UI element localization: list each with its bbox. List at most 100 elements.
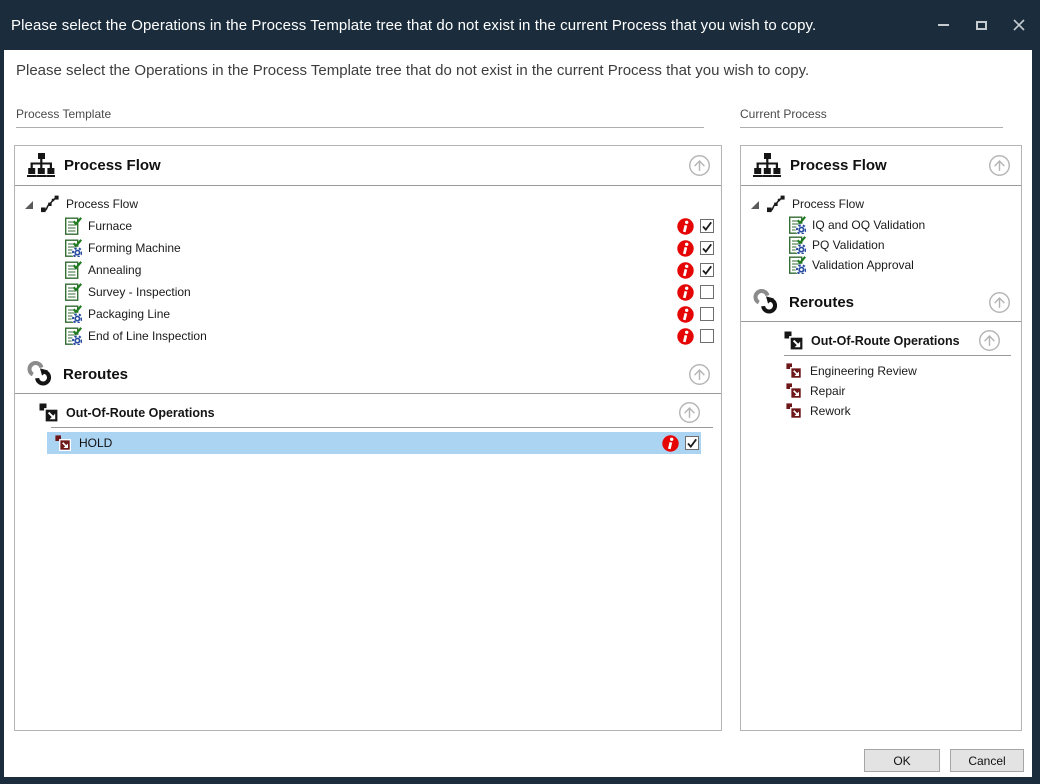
out-of-route-list: Engineering Review Repair Rework <box>741 361 1021 421</box>
info-icon <box>677 328 694 345</box>
reroutes-icon <box>27 361 54 388</box>
operation-doc-icon <box>65 217 82 235</box>
checkbox[interactable] <box>700 285 714 299</box>
tree-item-label: Repair <box>810 384 845 398</box>
tree-item-forming-machine[interactable]: Forming Machine <box>15 237 721 259</box>
info-icon <box>677 284 694 301</box>
section-title: Reroutes <box>63 366 128 383</box>
tree-root-label: Process Flow <box>792 197 864 211</box>
ok-button[interactable]: OK <box>864 749 940 772</box>
tree-item-label: PQ Validation <box>812 238 885 252</box>
tree-item-validation-approval[interactable]: Validation Approval <box>741 255 1021 275</box>
info-icon <box>677 306 694 323</box>
tree-item-label: Annealing <box>88 263 677 277</box>
tree-item-label: Furnace <box>88 219 677 233</box>
operation-doc-icon <box>789 256 806 274</box>
info-icon <box>677 218 694 235</box>
tree-item-engineering-review[interactable]: Engineering Review <box>741 361 1021 381</box>
maximize-button[interactable] <box>974 18 988 32</box>
subheader-label: Out-Of-Route Operations <box>811 334 978 348</box>
title-bar: Please select the Operations in the Proc… <box>0 0 1040 50</box>
expander-icon[interactable] <box>24 199 34 209</box>
tree-item-repair[interactable]: Repair <box>741 381 1021 401</box>
tree-item-rework[interactable]: Rework <box>741 401 1021 421</box>
out-of-route-subheader: Out-Of-Route Operations <box>15 398 721 427</box>
tree-item-label: End of Line Inspection <box>88 329 677 343</box>
window-title: Please select the Operations in the Proc… <box>11 17 816 34</box>
separator <box>51 427 713 428</box>
collapse-up-icon[interactable] <box>988 291 1011 314</box>
tree-item-end-of-line-inspection[interactable]: End of Line Inspection <box>15 325 721 347</box>
checkbox[interactable] <box>685 436 699 450</box>
out-of-route-operation-icon <box>786 363 802 379</box>
process-flow-tree: Process Flow Furnace Forming Machine A <box>15 186 721 347</box>
window-controls <box>936 18 1026 32</box>
tree-item-label: Packaging Line <box>88 307 677 321</box>
checkbox[interactable] <box>700 241 714 255</box>
section-title: Process Flow <box>790 157 887 174</box>
process-flow-section-header: Process Flow <box>15 146 721 186</box>
dialog-content: Please select the Operations in the Proc… <box>4 50 1032 777</box>
section-title: Reroutes <box>789 294 854 311</box>
process-template-label: Process Template <box>16 107 704 128</box>
tree-item-label: IQ and OQ Validation <box>812 218 925 232</box>
tree-root-process-flow[interactable]: Process Flow <box>741 193 1021 215</box>
tree-item-annealing[interactable]: Annealing <box>15 259 721 281</box>
checkbox[interactable] <box>700 329 714 343</box>
flow-route-icon <box>41 195 59 213</box>
out-of-route-subheader: Out-Of-Route Operations <box>741 326 1021 355</box>
out-of-route-operation-icon <box>55 435 71 451</box>
info-icon <box>662 435 679 452</box>
tree-item-iq-oq-validation[interactable]: IQ and OQ Validation <box>741 215 1021 235</box>
dialog-window: Please select the Operations in the Proc… <box>0 0 1040 784</box>
tree-item-label: Rework <box>810 404 851 418</box>
tree-item-label: Forming Machine <box>88 241 677 255</box>
reroutes-icon <box>753 289 780 316</box>
process-flow-icon <box>27 153 55 178</box>
collapse-up-icon[interactable] <box>988 154 1011 177</box>
operation-doc-icon <box>65 283 82 301</box>
current-process-panel: Process Flow Process Flow IQ and OQ Vali… <box>740 145 1022 731</box>
info-icon <box>677 262 694 279</box>
collapse-up-icon[interactable] <box>688 154 711 177</box>
tree-item-label: Survey - Inspection <box>88 285 677 299</box>
separator <box>784 355 1011 356</box>
process-flow-icon <box>753 153 781 178</box>
operation-doc-icon <box>65 305 82 323</box>
collapse-up-icon[interactable] <box>678 401 701 424</box>
flow-route-icon <box>767 195 785 213</box>
out-of-route-operation-icon <box>786 403 802 419</box>
operation-doc-icon <box>789 236 806 254</box>
tree-item-label: Validation Approval <box>812 258 914 272</box>
collapse-up-icon[interactable] <box>978 329 1001 352</box>
tree-item-hold[interactable]: HOLD <box>47 432 701 454</box>
tree-root-label: Process Flow <box>66 197 138 211</box>
process-template-panel: Process Flow Process Flow Furnace <box>14 145 722 731</box>
checkbox[interactable] <box>700 263 714 277</box>
cancel-button[interactable]: Cancel <box>950 749 1024 772</box>
checkbox[interactable] <box>700 219 714 233</box>
out-of-route-icon <box>784 331 804 351</box>
minimize-button[interactable] <box>936 18 950 32</box>
tree-item-furnace[interactable]: Furnace <box>15 215 721 237</box>
operation-doc-icon <box>65 239 82 257</box>
operation-doc-icon <box>789 216 806 234</box>
expander-icon[interactable] <box>750 199 760 209</box>
tree-item-label: HOLD <box>79 436 662 450</box>
current-process-label: Current Process <box>740 107 1003 128</box>
tree-item-label: Engineering Review <box>810 364 917 378</box>
tree-item-survey-inspection[interactable]: Survey - Inspection <box>15 281 721 303</box>
out-of-route-operation-icon <box>786 383 802 399</box>
checkbox[interactable] <box>700 307 714 321</box>
collapse-up-icon[interactable] <box>688 363 711 386</box>
operation-doc-icon <box>65 327 82 345</box>
tree-item-packaging-line[interactable]: Packaging Line <box>15 303 721 325</box>
tree-root-process-flow[interactable]: Process Flow <box>15 193 721 215</box>
operation-doc-icon <box>65 261 82 279</box>
tree-item-pq-validation[interactable]: PQ Validation <box>741 235 1021 255</box>
reroutes-section-header: Reroutes <box>741 284 1021 322</box>
instruction-text: Please select the Operations in the Proc… <box>16 62 809 79</box>
process-flow-section-header: Process Flow <box>741 146 1021 186</box>
close-button[interactable] <box>1012 18 1026 32</box>
reroutes-section-header: Reroutes <box>15 356 721 394</box>
